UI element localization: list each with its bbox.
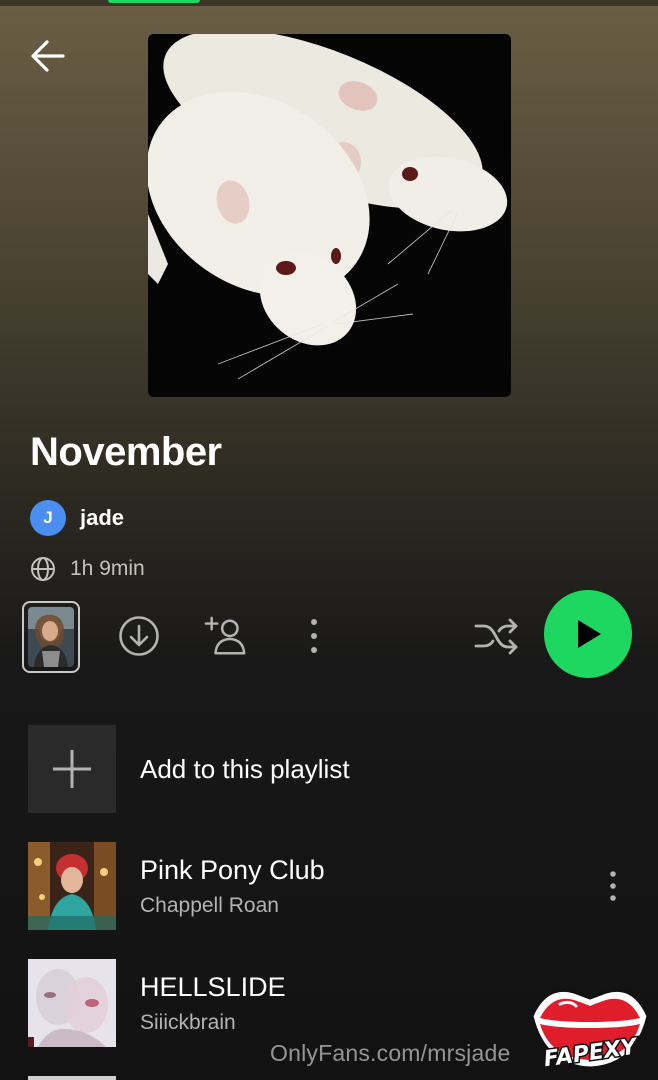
back-arrow-icon xyxy=(31,40,65,72)
add-to-playlist-label: Add to this playlist xyxy=(140,753,350,784)
status-strip xyxy=(0,0,658,6)
owner-name: jade xyxy=(80,505,125,530)
preview-thumbnail xyxy=(28,607,74,667)
add-box xyxy=(28,725,116,813)
track-artwork xyxy=(28,959,116,1047)
avatar: J xyxy=(30,500,66,536)
back-button[interactable] xyxy=(26,34,70,78)
playlist-owner[interactable]: J jade xyxy=(30,500,124,536)
playlist-cover xyxy=(148,34,511,397)
track-row[interactable]: Pink Pony Club Chappell Roan xyxy=(28,842,638,930)
play-icon xyxy=(578,620,601,648)
track-artist: Siiickbrain xyxy=(140,1010,236,1034)
watermark-text: OnlyFans.com/mrsjade xyxy=(270,1040,511,1066)
download-icon xyxy=(119,616,159,656)
add-collaborator-button[interactable] xyxy=(204,614,248,658)
download-button[interactable] xyxy=(117,614,161,658)
globe-icon xyxy=(31,557,55,581)
active-indicator xyxy=(108,0,200,3)
more-vertical-icon xyxy=(610,871,616,901)
track-artwork xyxy=(28,842,116,930)
playlist-meta: 1h 9min xyxy=(30,556,145,582)
partial-track-artwork xyxy=(28,1076,116,1080)
lips-sticker: FAPEXY xyxy=(526,982,654,1078)
track-artist: Chappell Roan xyxy=(140,893,279,917)
preview-thumbnail-button[interactable] xyxy=(22,601,80,673)
play-button[interactable] xyxy=(544,590,632,678)
more-options-button[interactable] xyxy=(292,614,336,658)
shuffle-icon xyxy=(474,618,518,655)
track-title: Pink Pony Club xyxy=(140,854,325,885)
track-more-button[interactable] xyxy=(598,864,628,908)
shuffle-button[interactable] xyxy=(474,614,518,658)
plus-icon xyxy=(53,750,91,788)
playlist-duration: 1h 9min xyxy=(70,557,145,580)
action-bar xyxy=(0,588,658,684)
add-to-playlist-row[interactable]: Add to this playlist xyxy=(28,725,628,813)
track-title: HELLSLIDE xyxy=(140,971,286,1002)
more-vertical-icon xyxy=(311,619,317,653)
playlist-title: November xyxy=(30,430,222,474)
add-user-icon xyxy=(204,616,246,655)
